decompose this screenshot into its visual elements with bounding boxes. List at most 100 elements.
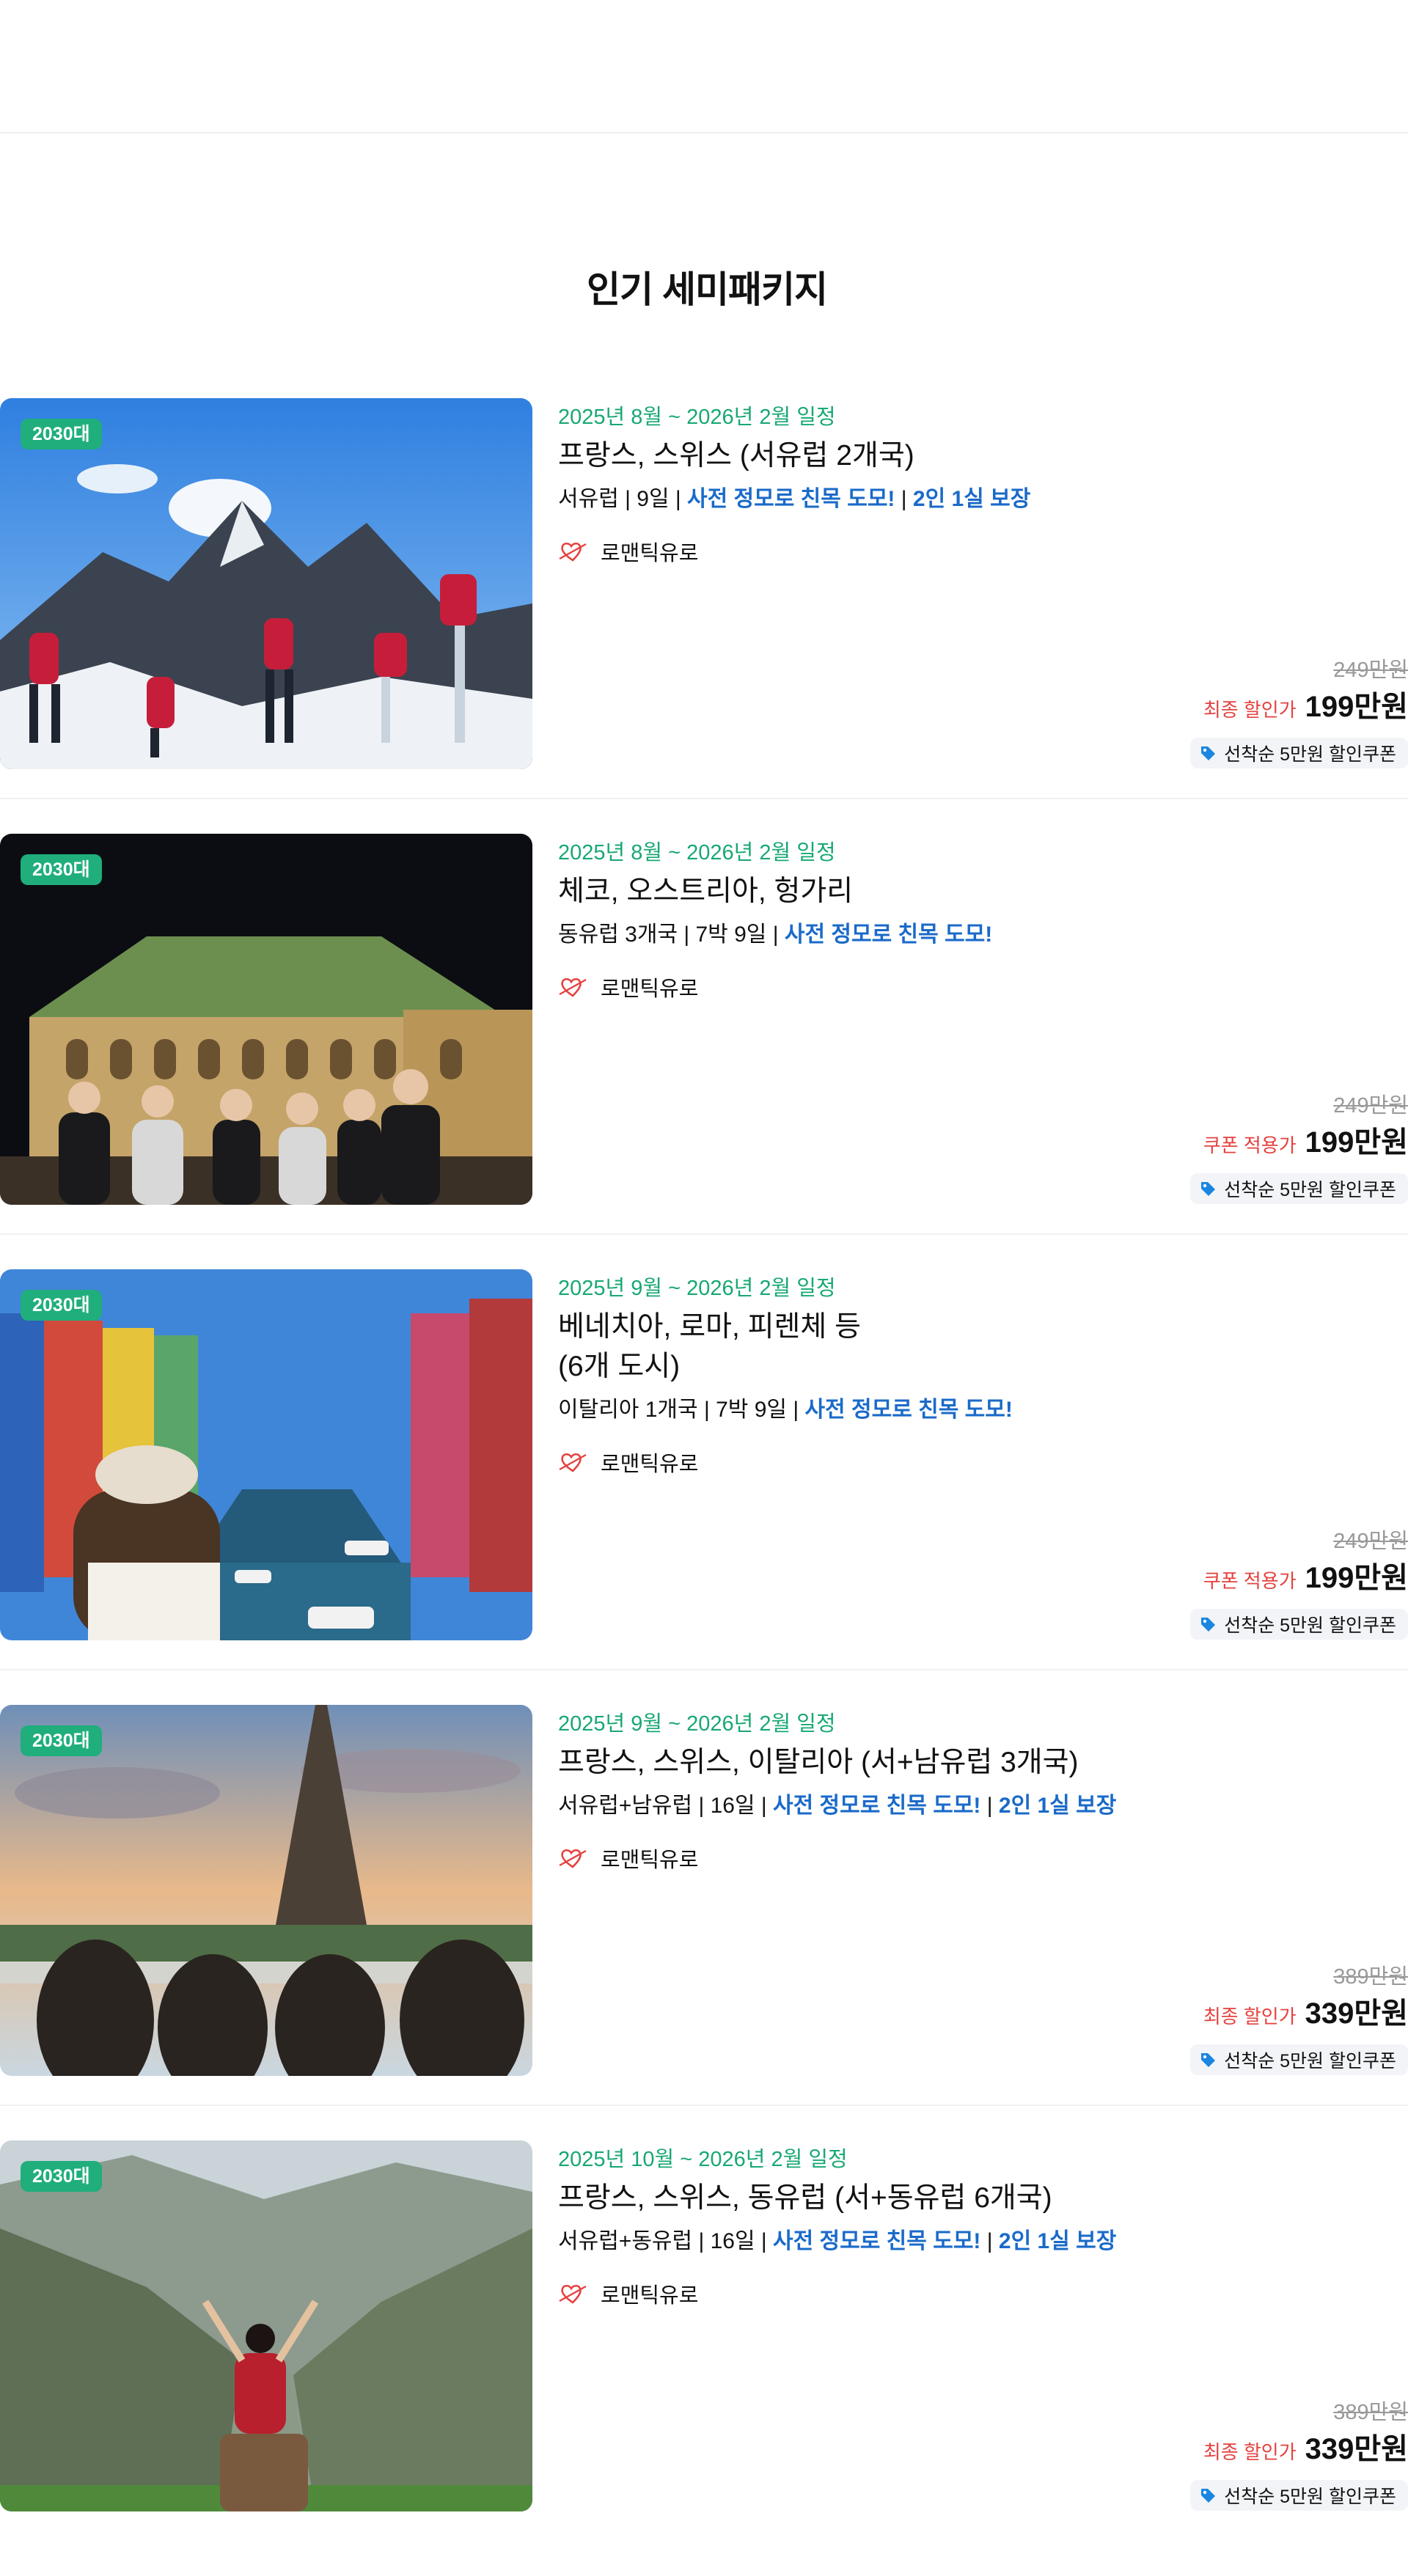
title-line: 프랑스, 스위스 (서유럽 2개국)	[558, 440, 914, 471]
title-line: 베네치아, 로마, 피렌체 등	[558, 1311, 861, 1343]
price-row: 최종 할인가 199만원	[1203, 683, 1408, 725]
card-divider	[0, 1669, 1408, 1670]
meta-base: 서유럽+동유럽 | 16일 |	[558, 2229, 774, 2253]
title-line: 프랑스, 스위스, 이탈리아 (서+남유럽 3개국)	[558, 1747, 1079, 1778]
package-meta: 이탈리아 1개국 | 7박 9일 | 사전 정모로 친목 도모!	[558, 1391, 1013, 1423]
package-photo[interactable]: 2030대	[0, 1705, 532, 2076]
coupon-badge[interactable]: 선착순 5만원 할인쿠폰	[1190, 738, 1408, 768]
brand-row: 로맨틱유로	[558, 2278, 698, 2309]
age-badge: 2030대	[21, 854, 102, 885]
brand-row: 로맨틱유로	[558, 972, 698, 1002]
package-card[interactable]: 2030대 2025년 8월 ~ 2026년 2월 일정 프랑스, 스위스 (서…	[0, 398, 1408, 834]
original-price: 249만원	[1333, 1530, 1408, 1553]
package-photo[interactable]: 2030대	[0, 1269, 532, 1640]
meta-highlight: 2인 1실 보장	[912, 487, 1031, 511]
travel-period: 2025년 9월 ~ 2026년 2월 일정	[558, 1277, 836, 1300]
meta-base: 서유럽 | 9일 |	[558, 487, 688, 511]
price-row: 쿠폰 적용가 199만원	[1203, 1554, 1408, 1596]
heart-arrow-logo-icon	[559, 977, 587, 997]
price-label: 최종 할인가	[1203, 699, 1297, 721]
coupon-text: 선착순 5만원 할인쿠폰	[1224, 744, 1396, 765]
heart-arrow-logo-icon	[559, 1453, 587, 1472]
price-label: 쿠폰 적용가	[1203, 1570, 1297, 1592]
discount-price: 199만원	[1305, 691, 1408, 723]
meta-highlight: 사전 정모로 친목 도모!	[804, 1398, 1013, 1422]
coupon-text: 선착순 5만원 할인쿠폰	[1224, 2051, 1396, 2072]
brand-row: 로맨틱유로	[558, 1843, 698, 1874]
package-meta: 서유럽 | 9일 | 사전 정모로 친목 도모! | 2인 1실 보장	[558, 487, 1031, 511]
package-title[interactable]: 프랑스, 스위스, 동유럽 (서+동유럽 6개국)	[558, 2179, 1052, 2218]
title-line: (6개 도시)	[558, 1351, 681, 1382]
coupon-text: 선착순 5만원 할인쿠폰	[1224, 2487, 1396, 2507]
title-line: 체코, 오스트리아, 헝가리	[558, 876, 854, 907]
tag-icon	[1201, 1182, 1216, 1196]
discount-price: 339만원	[1305, 1997, 1408, 2030]
heart-arrow-logo-icon	[559, 1849, 587, 1868]
age-badge: 2030대	[21, 1725, 102, 1756]
package-photo[interactable]: 2030대	[0, 398, 532, 769]
travel-period: 2025년 10월 ~ 2026년 2월 일정	[558, 2148, 848, 2171]
discount-price: 339만원	[1305, 2433, 1408, 2465]
meta-base: 이탈리아 1개국 | 7박 9일 |	[558, 1398, 805, 1422]
package-card[interactable]: 2030대 2025년 8월 ~ 2026년 2월 일정 체코, 오스트리아, …	[0, 834, 1408, 1269]
brand-name: 로맨틱유로	[601, 977, 699, 1001]
price-row: 최종 할인가 339만원	[1203, 1989, 1408, 2032]
original-price: 389만원	[1333, 2401, 1408, 2424]
package-title[interactable]: 프랑스, 스위스, 이탈리아 (서+남유럽 3개국)	[558, 1743, 1079, 1783]
brand-name: 로맨틱유로	[601, 542, 699, 565]
meta-highlight: 사전 정모로 친목 도모!	[773, 1794, 981, 1818]
coupon-badge[interactable]: 선착순 5만원 할인쿠폰	[1190, 2044, 1408, 2075]
tag-icon	[1201, 1618, 1216, 1632]
meta-highlight: 사전 정모로 친목 도모!	[784, 922, 993, 947]
card-divider	[0, 1233, 1408, 1235]
original-price: 389만원	[1333, 1965, 1408, 1989]
card-divider	[0, 798, 1408, 799]
package-meta: 서유럽+동유럽 | 16일 | 사전 정모로 친목 도모! | 2인 1실 보장	[558, 2229, 1117, 2253]
brand-name: 로맨틱유로	[601, 1849, 699, 1872]
meta-highlight: 사전 정모로 친목 도모!	[687, 487, 895, 511]
card-divider	[0, 2105, 1408, 2106]
travel-period: 2025년 8월 ~ 2026년 2월 일정	[558, 406, 836, 429]
age-badge: 2030대	[21, 2161, 102, 2192]
heart-arrow-logo-icon	[559, 2284, 587, 2304]
coupon-text: 선착순 5만원 할인쿠폰	[1224, 1615, 1396, 1636]
package-photo[interactable]: 2030대	[0, 834, 532, 1205]
brand-row: 로맨틱유로	[558, 536, 698, 567]
package-card[interactable]: 2030대 2025년 9월 ~ 2026년 2월 일정 베네치아, 로마, 피…	[0, 1269, 1408, 1705]
coupon-badge[interactable]: 선착순 5만원 할인쿠폰	[1190, 1173, 1408, 1204]
package-card[interactable]: 2030대 2025년 10월 ~ 2026년 2월 일정 프랑스, 스위스, …	[0, 2140, 1408, 2576]
package-photo[interactable]: 2030대	[0, 2140, 532, 2511]
price-label: 쿠폰 적용가	[1203, 1134, 1297, 1156]
discount-price: 199만원	[1305, 1126, 1408, 1159]
age-badge: 2030대	[21, 419, 102, 449]
tag-icon	[1201, 746, 1216, 760]
price-row: 쿠폰 적용가 199만원	[1203, 1118, 1408, 1161]
meta-highlight: 2인 1실 보장	[998, 1794, 1117, 1818]
meta-highlight: 2인 1실 보장	[998, 2229, 1117, 2253]
tag-icon	[1201, 2053, 1216, 2067]
top-header-bar	[0, 0, 1408, 133]
price-label: 최종 할인가	[1203, 2441, 1297, 2463]
package-meta: 서유럽+남유럽 | 16일 | 사전 정모로 친목 도모! | 2인 1실 보장	[558, 1794, 1117, 1818]
package-title[interactable]: 프랑스, 스위스 (서유럽 2개국)	[558, 436, 914, 476]
travel-period: 2025년 9월 ~ 2026년 2월 일정	[558, 1712, 836, 1736]
brand-row: 로맨틱유로	[558, 1447, 698, 1478]
package-title[interactable]: 베네치아, 로마, 피렌체 등 (6개 도시)	[558, 1307, 861, 1387]
package-title[interactable]: 체코, 오스트리아, 헝가리	[558, 872, 853, 911]
age-badge: 2030대	[21, 1290, 102, 1321]
title-line: 프랑스, 스위스, 동유럽 (서+동유럽 6개국)	[558, 2182, 1052, 2214]
package-card[interactable]: 2030대 2025년 9월 ~ 2026년 2월 일정 프랑스, 스위스, 이…	[0, 1705, 1408, 2140]
coupon-badge[interactable]: 선착순 5만원 할인쿠폰	[1190, 2480, 1408, 2511]
package-meta: 동유럽 3개국 | 7박 9일 | 사전 정모로 친목 도모!	[558, 916, 992, 948]
original-price: 249만원	[1333, 1094, 1408, 1118]
heart-arrow-logo-icon	[559, 542, 587, 562]
meta-base: 서유럽+남유럽 | 16일 |	[558, 1794, 774, 1818]
original-price: 249만원	[1333, 658, 1408, 682]
discount-price: 199만원	[1305, 1562, 1408, 1594]
coupon-badge[interactable]: 선착순 5만원 할인쿠폰	[1190, 1609, 1408, 1640]
meta-base: 동유럽 3개국 | 7박 9일 |	[558, 922, 785, 947]
meta-highlight: 사전 정모로 친목 도모!	[773, 2229, 981, 2253]
price-row: 최종 할인가 339만원	[1203, 2425, 1408, 2467]
tag-icon	[1201, 2489, 1216, 2503]
travel-period: 2025년 8월 ~ 2026년 2월 일정	[558, 841, 836, 865]
